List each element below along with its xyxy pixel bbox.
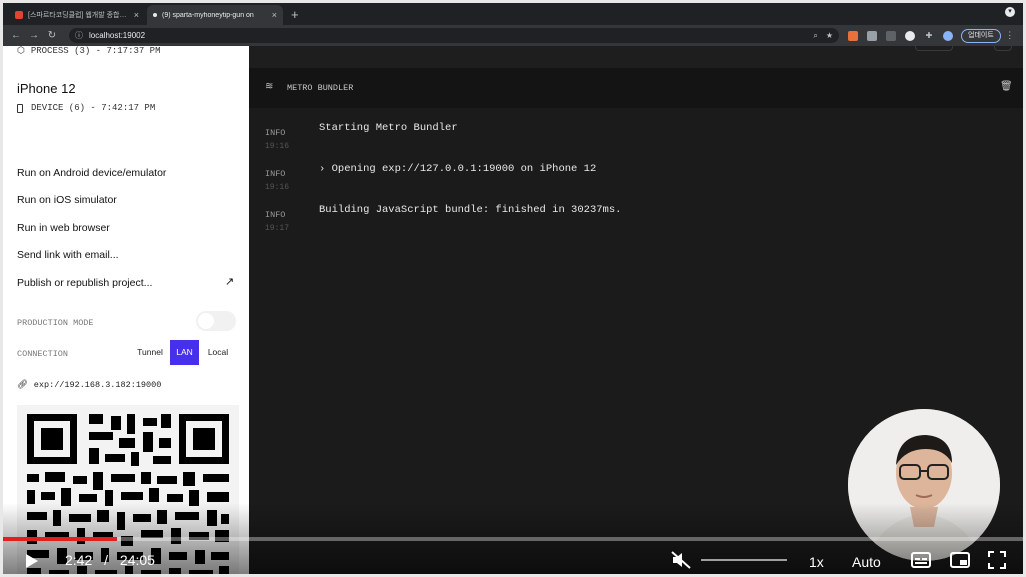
run-ios-link[interactable]: Run on iOS simulator bbox=[17, 194, 117, 206]
browser-tab-sparta[interactable]: [스파르타코딩클럽] 웹개발 종합반 - × bbox=[9, 5, 145, 25]
phone-icon bbox=[17, 103, 23, 113]
extension-icon[interactable] bbox=[905, 30, 915, 41]
address-text: localhost:19002 bbox=[89, 31, 146, 40]
zoom-icon[interactable]: ⌕ bbox=[813, 31, 817, 41]
video-controls: 2:42 / 24:05 1x Auto bbox=[3, 543, 1023, 574]
extension-icon[interactable] bbox=[848, 30, 858, 41]
time-separator: / bbox=[104, 552, 109, 568]
expo-favicon-icon bbox=[153, 13, 157, 17]
current-time: 2:42 bbox=[65, 552, 93, 568]
publish-link[interactable]: Publish or republish project... bbox=[17, 277, 152, 289]
speed-button[interactable]: 1x bbox=[809, 554, 824, 570]
connection-local[interactable]: Local bbox=[202, 340, 234, 365]
log-message: Building JavaScript bundle: finished in … bbox=[319, 204, 622, 216]
send-email-link[interactable]: Send link with email... bbox=[17, 249, 119, 261]
play-icon[interactable] bbox=[25, 553, 39, 569]
log-time: 19:16 bbox=[265, 142, 290, 151]
sparta-favicon-icon bbox=[15, 11, 23, 19]
duration: 24:05 bbox=[119, 552, 155, 568]
browser-tab-bar: [스파르타코딩클럽] 웹개발 종합반 - × (9) sparta-myhone… bbox=[3, 3, 1023, 25]
external-arrow-icon: ↗ bbox=[225, 276, 235, 288]
screen: [스파르타코딩클럽] 웹개발 종합반 - × (9) sparta-myhone… bbox=[0, 0, 1026, 577]
production-mode-toggle[interactable] bbox=[196, 311, 236, 331]
log-entry: INFO 19:16 Starting Metro Bundler bbox=[265, 122, 458, 151]
exp-url-text: exp://192.168.3.182:19000 bbox=[33, 380, 162, 390]
process-text: PROCESS (3) - 7:17:37 PM bbox=[30, 46, 161, 56]
panel-top-strip bbox=[249, 46, 1023, 68]
tab-title: [스파르타코딩클럽] 웹개발 종합반 - bbox=[28, 12, 130, 19]
device-text: DEVICE (6) - 7:42:17 PM bbox=[31, 103, 156, 113]
connection-tunnel[interactable]: Tunnel bbox=[133, 340, 167, 365]
tab-title: (9) sparta-myhoneytip-gun on bbox=[162, 11, 254, 19]
log-message: Starting Metro Bundler bbox=[319, 122, 458, 134]
connection-lan[interactable]: LAN bbox=[170, 340, 199, 365]
run-web-link[interactable]: Run in web browser bbox=[17, 222, 110, 234]
link-icon: 🔗︎ bbox=[17, 380, 28, 390]
log-message: › Opening exp://127.0.0.1:19000 on iPhon… bbox=[319, 163, 597, 175]
log-entry: INFO 19:16 › Opening exp://127.0.0.1:190… bbox=[265, 163, 596, 192]
browser-toolbar: ← → ↻ ⓘ localhost:19002 ⌕ ★ ✚ 업데이트 ⋮ bbox=[3, 25, 1023, 46]
captions-icon[interactable] bbox=[911, 552, 931, 568]
back-arrow-icon[interactable]: ← bbox=[7, 30, 25, 41]
process-status: ⬡ PROCESS (3) - 7:17:37 PM bbox=[17, 46, 160, 56]
device-status: DEVICE (6) - 7:42:17 PM bbox=[17, 103, 155, 113]
fullscreen-icon[interactable] bbox=[988, 551, 1006, 569]
log-level: INFO bbox=[265, 210, 286, 220]
profile-menu-icon[interactable]: ▾ bbox=[1005, 7, 1015, 17]
time-display: 2:42 / 24:05 bbox=[65, 552, 155, 568]
new-tab-button[interactable]: + bbox=[291, 5, 299, 25]
log-time: 19:16 bbox=[265, 183, 290, 192]
reload-icon[interactable]: ↻ bbox=[43, 30, 61, 41]
extension-icon[interactable] bbox=[886, 30, 896, 41]
bookmark-star-icon[interactable]: ★ bbox=[826, 31, 833, 40]
progress-bar[interactable] bbox=[3, 537, 1023, 541]
avatar[interactable] bbox=[943, 30, 953, 41]
close-tab-icon[interactable]: × bbox=[272, 10, 277, 20]
device-name: iPhone 12 bbox=[17, 81, 76, 96]
puzzle-extensions-icon[interactable]: ✚ bbox=[924, 31, 934, 41]
layers-icon: ≋ bbox=[265, 81, 274, 92]
site-info-icon[interactable]: ⓘ bbox=[75, 30, 83, 41]
run-android-link[interactable]: Run on Android device/emulator bbox=[17, 167, 166, 179]
trash-icon[interactable]: 🗑︎ bbox=[1000, 81, 1013, 92]
muted-speaker-icon[interactable] bbox=[671, 551, 691, 569]
log-entry: INFO 19:17 Building JavaScript bundle: f… bbox=[265, 204, 621, 233]
picture-in-picture-icon[interactable] bbox=[950, 552, 970, 568]
logs-header: ≋ METRO BUNDLER 🗑︎ bbox=[249, 68, 1023, 108]
expo-sidebar: ⬡ PROCESS (3) - 7:17:37 PM iPhone 12 DEV… bbox=[3, 46, 249, 574]
exp-url[interactable]: 🔗︎ exp://192.168.3.182:19000 bbox=[17, 380, 161, 390]
forward-arrow-icon[interactable]: → bbox=[25, 30, 43, 41]
logs-title: METRO BUNDLER bbox=[287, 83, 354, 93]
toggle-knob bbox=[198, 313, 214, 329]
log-level: INFO bbox=[265, 128, 286, 138]
quality-button[interactable]: Auto bbox=[852, 554, 881, 570]
log-level: INFO bbox=[265, 169, 286, 179]
log-time: 19:17 bbox=[265, 224, 290, 233]
close-tab-icon[interactable]: × bbox=[134, 10, 139, 20]
update-button[interactable]: 업데이트 bbox=[961, 28, 1001, 43]
progress-fill bbox=[3, 537, 118, 541]
cube-icon: ⬡ bbox=[17, 46, 25, 56]
production-mode-label: PRODUCTION MODE bbox=[17, 318, 94, 328]
panel-tab-button[interactable] bbox=[994, 46, 1012, 51]
more-menu-icon[interactable]: ⋮ bbox=[1001, 30, 1019, 41]
extension-icon[interactable] bbox=[867, 30, 877, 41]
connection-label: CONNECTION bbox=[17, 349, 69, 359]
address-bar[interactable]: ⓘ localhost:19002 ⌕ ★ bbox=[69, 28, 839, 43]
volume-slider[interactable] bbox=[701, 559, 787, 561]
panel-tab-button[interactable] bbox=[915, 46, 953, 51]
browser-tab-expo[interactable]: (9) sparta-myhoneytip-gun on × bbox=[147, 5, 283, 25]
